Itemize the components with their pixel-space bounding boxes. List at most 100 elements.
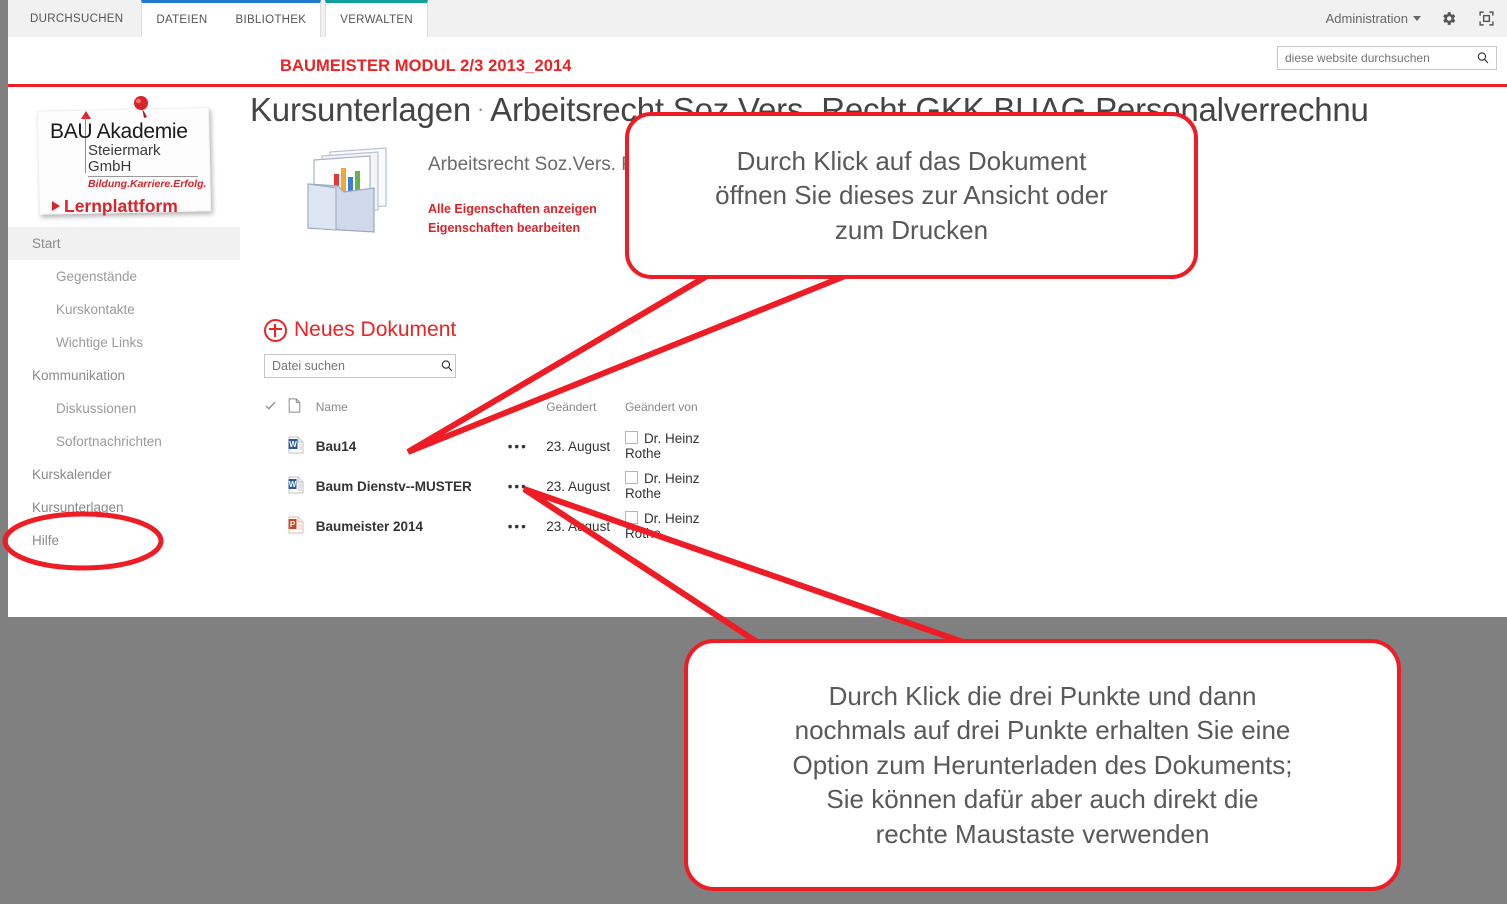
svg-text:W: W [289, 480, 297, 489]
breadcrumb-separator: · [477, 96, 485, 121]
sidebar-item-kommunikation[interactable]: Kommunikation [8, 359, 240, 392]
sidebar-item-gegenstaende[interactable]: Gegenstände [8, 260, 240, 293]
row-actions-ellipsis[interactable]: ••• [508, 506, 547, 546]
file-name-link[interactable]: Bau14 [316, 426, 508, 466]
column-header-name[interactable]: Name [316, 394, 508, 426]
ribbon-tab-strip: DURCHSUCHEN DATEIEN BIBLIOTHEK VERWALTEN [16, 0, 429, 37]
svg-text:W: W [289, 440, 297, 449]
sidebar-item-kurskontakte-label: Kurskontakte [56, 302, 135, 317]
annotation-callout-bottom: Durch Klick die drei Punkte und dann noc… [684, 639, 1401, 891]
screenshot-root: DURCHSUCHEN DATEIEN BIBLIOTHEK VERWALTEN… [0, 0, 1507, 904]
plus-circle-icon [264, 318, 287, 342]
sidebar-item-hilfe[interactable]: Hilfe [8, 524, 240, 557]
site-search-input[interactable] [1278, 51, 1476, 65]
callout-bottom-line3: Option zum Herunterladen des Dokuments; [792, 749, 1293, 780]
chevron-down-icon [1413, 16, 1421, 21]
word-document-icon: W [288, 426, 316, 466]
sidebar-item-kursunterlagen[interactable]: Kursunterlagen [8, 491, 240, 524]
search-icon[interactable] [1476, 51, 1496, 65]
left-sidebar: BAU Akademie Steiermark GmbH Bildung.Kar… [8, 87, 240, 617]
tab-dateien[interactable]: DATEIEN [142, 3, 221, 37]
callout-top-line2: öffnen Sie dieses zur Ansicht oder [715, 180, 1108, 211]
column-header-modified[interactable]: Geändert [546, 394, 625, 426]
administration-menu[interactable]: Administration [1326, 11, 1421, 26]
logo-line4: Lernplattform [52, 196, 208, 217]
file-name-link[interactable]: Baumeister 2014 [316, 506, 508, 546]
logo-text: BAU Akademie Steiermark GmbH Bildung.Kar… [50, 121, 208, 217]
document-table-body: W Bau14 ••• 23. August Dr. Heinz Rothe W… [264, 426, 734, 546]
row-select-cell[interactable] [264, 426, 288, 466]
sidebar-item-wichtige-links-label: Wichtige Links [56, 335, 144, 350]
column-header-select[interactable] [264, 394, 288, 426]
table-row[interactable]: P Baumeister 2014 ••• 23. August Dr. Hei… [264, 506, 734, 546]
column-header-type[interactable] [288, 394, 316, 426]
play-triangle-icon [52, 201, 60, 211]
document-library: Neues Dokument Datei suchen Name Geänder… [264, 318, 964, 546]
sidebar-item-diskussionen[interactable]: Diskussionen [8, 392, 240, 425]
site-search-box[interactable] [1277, 46, 1497, 70]
breadcrumb-kursunterlagen[interactable]: Kursunterlagen [250, 91, 471, 128]
modified-date: 23. August [546, 438, 611, 454]
sidebar-item-kursunterlagen-label: Kursunterlagen [32, 500, 124, 515]
tab-bibliothek[interactable]: BIBLIOTHEK [221, 3, 320, 37]
callout-top-line1: Durch Klick auf das Dokument [736, 146, 1087, 177]
file-search-box[interactable] [264, 354, 456, 378]
row-select-cell[interactable] [264, 506, 288, 546]
row-select-cell[interactable] [264, 466, 288, 506]
callout-top-line3: zum Drucken [834, 214, 989, 245]
presence-indicator-icon [624, 511, 638, 524]
new-document-label: Neues Dokument [294, 318, 457, 341]
presence-indicator-icon [624, 431, 638, 444]
sidebar-item-gegenstaende-label: Gegenstände [56, 269, 138, 284]
suite-bar-right: Administration [1326, 0, 1497, 37]
sidebar-item-kurskontakte[interactable]: Kurskontakte [8, 293, 240, 326]
annotation-callout-top: Durch Klick auf das Dokument öffnen Sie … [625, 112, 1198, 279]
powerpoint-document-icon: P [288, 506, 316, 546]
logo-line4-label: Lernplattform [64, 195, 178, 216]
document-table: Name Geändert Geändert von W Bau14 ••• 2… [264, 394, 734, 546]
tab-group-teal: VERWALTEN [325, 0, 429, 37]
tab-bibliothek-label: BIBLIOTHEK [235, 14, 307, 26]
row-actions-ellipsis[interactable]: ••• [508, 466, 547, 506]
callout-bottom-line5: rechte Maustaste verwenden [875, 818, 1210, 849]
sidebar-item-hilfe-label: Hilfe [32, 533, 60, 548]
tab-dateien-label: DATEIEN [156, 14, 208, 26]
logo-line3: Bildung.Karriere.Erfolg. [88, 175, 207, 190]
sidebar-item-start[interactable]: Start [8, 227, 240, 260]
annotation-callout-bottom-text: Durch Klick die drei Punkte und dann noc… [792, 679, 1292, 852]
tab-group-blue: DATEIEN BIBLIOTHEK [141, 0, 322, 37]
focus-on-content-icon[interactable] [1475, 8, 1497, 30]
site-title: BAUMEISTER MODUL 2/3 2013_2014 [280, 57, 572, 75]
column-header-modified-by[interactable]: Geändert von [625, 394, 734, 426]
file-search-input[interactable] [265, 359, 440, 373]
tab-verwalten[interactable]: VERWALTEN [326, 3, 427, 37]
file-name-link[interactable]: Baum Dienstv--MUSTER [316, 466, 508, 506]
modified-date: 23. August [546, 518, 611, 534]
search-icon[interactable] [440, 359, 461, 373]
callout-bottom-line4: Sie können dafür aber auch direkt die [826, 784, 1259, 815]
modified-by-user: Dr. Heinz Rothe [624, 466, 734, 506]
tab-durchsuchen-label: DURCHSUCHEN [30, 12, 124, 25]
sidebar-nav: Start Gegenstände Kurskontakte Wichtige … [8, 227, 240, 557]
sidebar-item-sofortnachrichten[interactable]: Sofortnachrichten [8, 425, 240, 458]
modified-by-user: Dr. Heinz Rothe [624, 426, 734, 466]
annotation-callout-top-text: Durch Klick auf das Dokument öffnen Sie … [715, 144, 1108, 247]
administration-label: Administration [1325, 11, 1408, 26]
logo[interactable]: BAU Akademie Steiermark GmbH Bildung.Kar… [32, 95, 212, 216]
gear-icon[interactable] [1437, 8, 1459, 30]
column-header-actions [508, 394, 547, 426]
sidebar-item-kurskalender[interactable]: Kurskalender [8, 458, 240, 491]
suite-bar: DURCHSUCHEN DATEIEN BIBLIOTHEK VERWALTEN… [8, 0, 1507, 37]
word-document-icon: W [288, 466, 316, 506]
row-actions-ellipsis[interactable]: ••• [508, 426, 547, 466]
new-document-button[interactable]: Neues Dokument [264, 318, 964, 342]
sidebar-item-wichtige-links[interactable]: Wichtige Links [8, 326, 240, 359]
tab-durchsuchen[interactable]: DURCHSUCHEN [16, 0, 137, 37]
sidebar-item-kommunikation-label: Kommunikation [32, 368, 126, 383]
magazine-file-icon [300, 144, 396, 236]
table-row[interactable]: W Baum Dienstv--MUSTER ••• 23. August Dr… [264, 466, 734, 506]
sidebar-item-diskussionen-label: Diskussionen [56, 401, 137, 416]
table-row[interactable]: W Bau14 ••• 23. August Dr. Heinz Rothe [264, 426, 734, 466]
modified-date: 23. August [546, 478, 611, 494]
callout-bottom-line1: Durch Klick die drei Punkte und dann [828, 680, 1257, 711]
